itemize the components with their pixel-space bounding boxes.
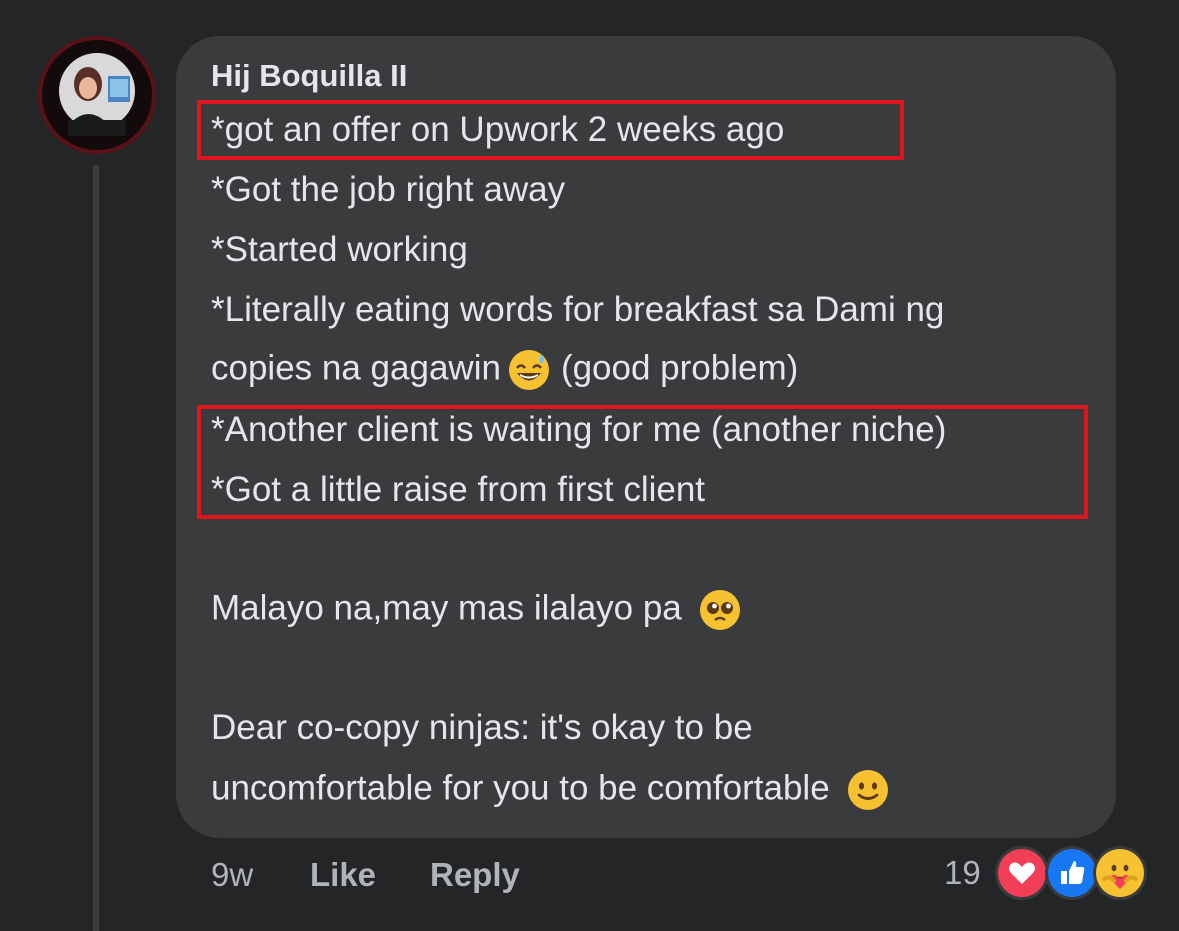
comment-line: Malayo na,may mas ilalayo pa <box>211 588 752 632</box>
comment-line: *Started working <box>211 230 468 269</box>
care-icon[interactable] <box>1096 849 1144 897</box>
pleading-face-emoji-icon <box>698 588 742 632</box>
highlight-box <box>197 100 904 160</box>
comment-line-text: Malayo na,may mas ilalayo pa <box>211 588 682 628</box>
sweat-smile-emoji-icon <box>507 348 551 392</box>
slight-smile-emoji-icon <box>846 768 890 812</box>
like-button[interactable]: Like <box>310 856 376 894</box>
comment-line: *Literally eating words for breakfast sa… <box>211 290 945 329</box>
highlight-box <box>197 405 1088 519</box>
avatar[interactable] <box>38 36 156 154</box>
comment-author[interactable]: Hij Boquilla II <box>211 58 407 94</box>
comment-line-text: copies na gagawin <box>211 348 501 388</box>
comment-timestamp[interactable]: 9w <box>211 856 253 894</box>
thumbs-up-icon[interactable] <box>1048 849 1096 897</box>
thread-line <box>93 165 99 931</box>
comment-line: Dear co-copy ninjas: it's okay to be <box>211 708 753 747</box>
reaction-count[interactable]: 19 <box>944 854 981 892</box>
comment-line: *Got the job right away <box>211 170 566 209</box>
comment-line-text: uncomfortable for you to be comfortable <box>211 768 830 808</box>
avatar-image <box>38 36 156 154</box>
comment-line: copies na gagawin (good problem) <box>211 348 798 392</box>
comment-line-text: (good problem) <box>560 348 799 388</box>
heart-icon[interactable] <box>998 849 1046 897</box>
reply-button[interactable]: Reply <box>430 856 520 894</box>
comment-line: uncomfortable for you to be comfortable <box>211 768 900 812</box>
